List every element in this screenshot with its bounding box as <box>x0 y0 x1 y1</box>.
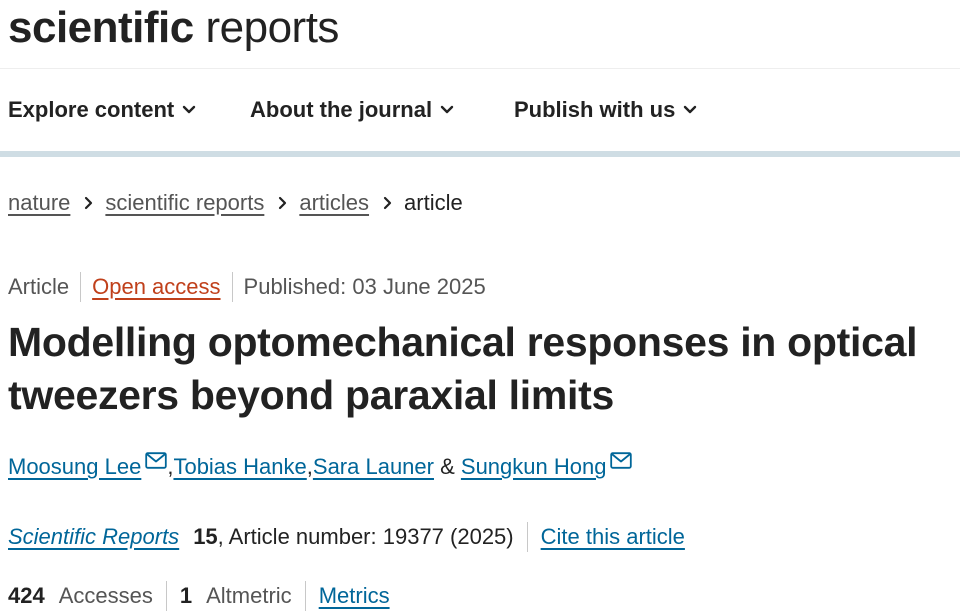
open-access-link[interactable]: Open access <box>92 274 220 300</box>
journal-logo[interactable]: scientific reports <box>8 2 339 54</box>
article-title: Modelling optomechanical responses in op… <box>8 319 918 418</box>
meta-divider <box>80 272 82 302</box>
nav-about-journal[interactable]: About the journal <box>250 96 454 124</box>
meta-divider <box>231 272 233 302</box>
author-list: Moosung Lee , Tobias Hanke , Sara Launer… <box>8 450 633 484</box>
author-and: & <box>433 454 461 479</box>
altmetric-count: 1 <box>179 583 193 608</box>
mail-icon[interactable] <box>145 451 168 469</box>
published-date: Published: 03 June 2025 <box>243 274 486 299</box>
logo-bold-text: scientific <box>8 3 194 52</box>
metrics-row: 424 Accesses 1 Altmetric Metrics <box>8 580 390 612</box>
breadcrumb: nature scientific reports articles artic… <box>8 188 463 218</box>
chevron-down-icon <box>182 105 196 115</box>
nav-publish-with-us[interactable]: Publish with us <box>514 96 697 124</box>
author-link[interactable]: Sungkun Hong <box>461 454 607 480</box>
author-link[interactable]: Sara Launer <box>313 454 434 480</box>
author-link[interactable]: Moosung Lee <box>8 454 141 480</box>
nav-label: About the journal <box>250 97 433 122</box>
article-type: Article <box>8 274 70 299</box>
chevron-right-icon <box>84 196 93 210</box>
citation-divider <box>526 522 528 552</box>
article-meta: Article Open access Published: 03 June 2… <box>8 271 486 303</box>
metrics-divider <box>165 581 167 611</box>
breadcrumb-scientific-reports[interactable]: scientific reports <box>105 190 264 216</box>
chevron-right-icon <box>383 196 392 210</box>
volume: 15 <box>193 524 218 549</box>
chevron-down-icon <box>440 105 454 115</box>
chevron-right-icon <box>278 196 287 210</box>
nav-divider <box>0 151 960 157</box>
accesses-label: Accesses <box>58 583 153 608</box>
nav-label: Explore content <box>8 97 175 122</box>
metrics-divider <box>304 581 306 611</box>
breadcrumb-nature[interactable]: nature <box>8 190 70 216</box>
accesses-count: 424 <box>8 583 45 608</box>
citation-row: Scientific Reports 15 , Article number: … <box>8 521 685 553</box>
author-link[interactable]: Tobias Hanke <box>173 454 306 480</box>
breadcrumb-articles[interactable]: articles <box>299 190 369 216</box>
main-nav: Explore content About the journal Publis… <box>0 69 960 151</box>
logo-regular-text: reports <box>205 3 339 52</box>
nav-explore-content[interactable]: Explore content <box>8 96 196 124</box>
cite-this-article-link[interactable]: Cite this article <box>541 524 685 550</box>
breadcrumb-current: article <box>404 190 463 215</box>
nav-label: Publish with us <box>514 97 676 122</box>
chevron-down-icon <box>683 105 697 115</box>
mail-icon[interactable] <box>610 451 633 469</box>
journal-link[interactable]: Scientific Reports <box>8 524 179 550</box>
site-header: scientific reports <box>0 0 960 69</box>
altmetric-label: Altmetric <box>206 583 292 608</box>
metrics-link[interactable]: Metrics <box>319 583 390 609</box>
article-number: , Article number: 19377 (2025) <box>217 524 514 549</box>
